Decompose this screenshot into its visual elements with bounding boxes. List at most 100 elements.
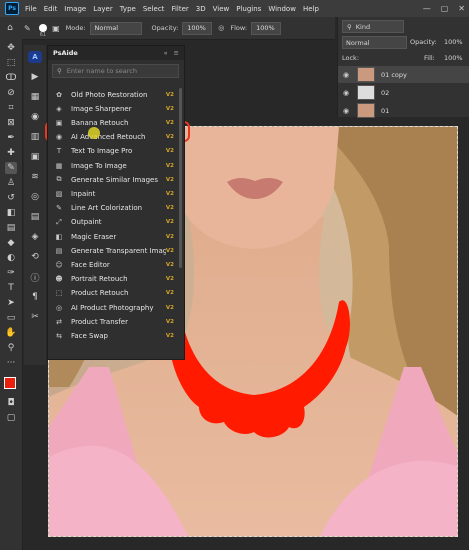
plugin-item[interactable]: ☺ Face Editor V2 — [52, 258, 176, 271]
close-icon[interactable]: ✕ — [458, 4, 465, 13]
text-image-icon: T — [56, 147, 62, 156]
panel-search[interactable]: ⚲ Enter name to search — [52, 64, 179, 78]
plugin-item[interactable]: ⧉ Generate Similar Images V2 — [52, 173, 176, 186]
brush-settings-icon[interactable]: ▣ — [52, 24, 60, 33]
menu-type[interactable]: Type — [120, 5, 136, 13]
collapse-icon[interactable]: « — [164, 49, 168, 57]
opacity-field[interactable]: 100% — [182, 21, 213, 35]
brush-panel-icon[interactable]: ≋ — [28, 171, 42, 183]
brush-tool-active-icon[interactable]: ✎ — [5, 162, 17, 174]
plugin-item[interactable]: ⬚ Product Retouch V2 — [52, 287, 176, 300]
quick-mask-icon[interactable]: ◘ — [5, 397, 17, 409]
panel-menu-icon[interactable]: ≡ — [174, 49, 179, 57]
plugin-item[interactable]: ◧ Magic Eraser V2 — [52, 230, 176, 243]
menu-file[interactable]: File — [25, 5, 37, 13]
properties-icon[interactable]: ◎ — [28, 191, 42, 203]
plugin-item[interactable]: ▣ Banana Retouch V2 — [52, 116, 176, 129]
crop-tool-icon[interactable]: ⌗ — [5, 102, 17, 114]
clone-stamp-icon[interactable]: ♙ — [5, 177, 17, 189]
menu-view[interactable]: View — [213, 5, 230, 13]
path-select-icon[interactable]: ➤ — [5, 297, 17, 309]
fill-value[interactable]: 100% — [444, 54, 463, 62]
hand-tool-icon[interactable]: ✋ — [5, 327, 17, 339]
plugin-item[interactable]: T Text To Image Pro V2 — [52, 145, 176, 158]
channels-icon[interactable]: ▤ — [28, 211, 42, 223]
brush-tool-icon[interactable]: ✎ — [24, 24, 31, 33]
blur-tool-icon[interactable]: ◆ — [5, 237, 17, 249]
layer-row[interactable]: ◉ 01 copy — [338, 66, 469, 83]
pressure-opacity-icon[interactable]: ◎ — [218, 24, 224, 32]
swatches-icon[interactable]: ▦ — [28, 91, 42, 103]
mode-select[interactable]: Normal — [89, 21, 142, 35]
info-icon[interactable]: ⓘ — [28, 271, 42, 284]
move-tool-icon[interactable]: ✥ — [5, 42, 17, 54]
search-input[interactable]: Enter name to search — [67, 67, 137, 75]
menu-window[interactable]: Window — [268, 5, 296, 13]
layer-row[interactable]: ◉ 02 — [338, 84, 469, 101]
healing-brush-icon[interactable]: ✚ — [5, 147, 17, 159]
frame-tool-icon[interactable]: ⊠ — [5, 117, 17, 129]
menu-edit[interactable]: Edit — [44, 5, 58, 13]
more-tools-icon[interactable]: ··· — [5, 357, 17, 369]
plugin-item[interactable]: ☻ Portrait Retouch V2 — [52, 273, 176, 286]
play-icon[interactable]: ▶ — [28, 71, 42, 83]
plugin-item[interactable]: ▤ Generate Transparent Image V2 — [52, 244, 176, 257]
history-icon[interactable]: ⟲ — [28, 251, 42, 263]
menu-plugins[interactable]: Plugins — [236, 5, 261, 13]
layer-filter-select[interactable]: ⚲ Kind — [342, 20, 404, 33]
eye-icon[interactable]: ◉ — [343, 107, 353, 115]
marquee-tool-icon[interactable]: ⬚ — [5, 57, 17, 69]
psaide-plugin-icon[interactable]: A — [28, 51, 42, 63]
version-badge: V2 — [165, 318, 174, 325]
libraries-icon[interactable]: ▣ — [28, 151, 42, 163]
menu-3d[interactable]: 3D — [196, 5, 206, 13]
lasso-tool-icon[interactable]: ↀ — [5, 72, 17, 84]
plugin-item[interactable]: ◈ Image Sharpener V2 — [52, 102, 176, 115]
paths-icon[interactable]: ◈ — [28, 231, 42, 243]
layer-row[interactable]: ◉ 01 — [338, 102, 469, 119]
plugin-item[interactable]: ▨ Inpaint V2 — [52, 187, 176, 200]
plugin-item-label: AI Product Photography — [71, 303, 154, 312]
version-badge: V2 — [165, 91, 174, 98]
brush-preset-picker[interactable] — [38, 24, 47, 32]
rectangle-tool-icon[interactable]: ▭ — [5, 312, 17, 324]
glyphs-icon[interactable]: ¶ — [28, 291, 42, 303]
tools-icon[interactable]: ✂ — [28, 311, 42, 323]
menu-layer[interactable]: Layer — [93, 5, 113, 13]
eye-icon[interactable]: ◉ — [343, 71, 353, 79]
adjustments-icon[interactable]: ▥ — [28, 131, 42, 143]
menu-help[interactable]: Help — [303, 5, 319, 13]
plugin-item[interactable]: ⤢ Outpaint V2 — [52, 216, 176, 229]
photoshop-logo[interactable]: Ps — [5, 2, 19, 15]
blend-mode-select[interactable]: Normal — [342, 36, 407, 49]
gradient-tool-icon[interactable]: ▤ — [5, 222, 17, 234]
eye-panel-icon[interactable]: ◉ — [28, 111, 42, 123]
flow-field[interactable]: 100% — [251, 21, 282, 35]
plugin-item[interactable]: ◉ AI Advanced Retouch V2 — [52, 131, 176, 144]
maximize-icon[interactable]: ▢ — [441, 4, 449, 13]
eyedropper-icon[interactable]: ✒ — [5, 132, 17, 144]
plugin-item[interactable]: ◎ AI Product Photography V2 — [52, 301, 176, 314]
history-brush-icon[interactable]: ↺ — [5, 192, 17, 204]
zoom-tool-icon[interactable]: ⚲ — [5, 342, 17, 354]
plugin-item[interactable]: ⇄ Product Transfer V2 — [52, 315, 176, 328]
plugin-item[interactable]: ✎ Line Art Colorization V2 — [52, 202, 176, 215]
plugin-item[interactable]: ⇆ Face Swap V2 — [52, 329, 176, 342]
minimize-icon[interactable]: — — [423, 4, 431, 13]
eraser-tool-icon[interactable]: ◧ — [5, 207, 17, 219]
screen-mode-icon[interactable]: ▢ — [5, 412, 17, 424]
home-icon[interactable]: ⌂ — [4, 22, 16, 34]
plugin-item[interactable]: ▦ Image To Image V2 — [52, 159, 176, 172]
dodge-tool-icon[interactable]: ◐ — [5, 252, 17, 264]
type-tool-icon[interactable]: T — [5, 282, 17, 294]
panel-scrollbar[interactable] — [179, 88, 182, 268]
menu-select[interactable]: Select — [143, 5, 165, 13]
foreground-color-swatch[interactable] — [4, 377, 16, 389]
pen-tool-icon[interactable]: ✑ — [5, 267, 17, 279]
layer-opacity-value[interactable]: 100% — [444, 38, 463, 46]
quick-select-icon[interactable]: ⊘ — [5, 87, 17, 99]
menu-filter[interactable]: Filter — [171, 5, 188, 13]
eye-icon[interactable]: ◉ — [343, 89, 353, 97]
menu-image[interactable]: Image — [64, 5, 86, 13]
plugin-item[interactable]: ✿ Old Photo Restoration V2 — [52, 88, 176, 101]
